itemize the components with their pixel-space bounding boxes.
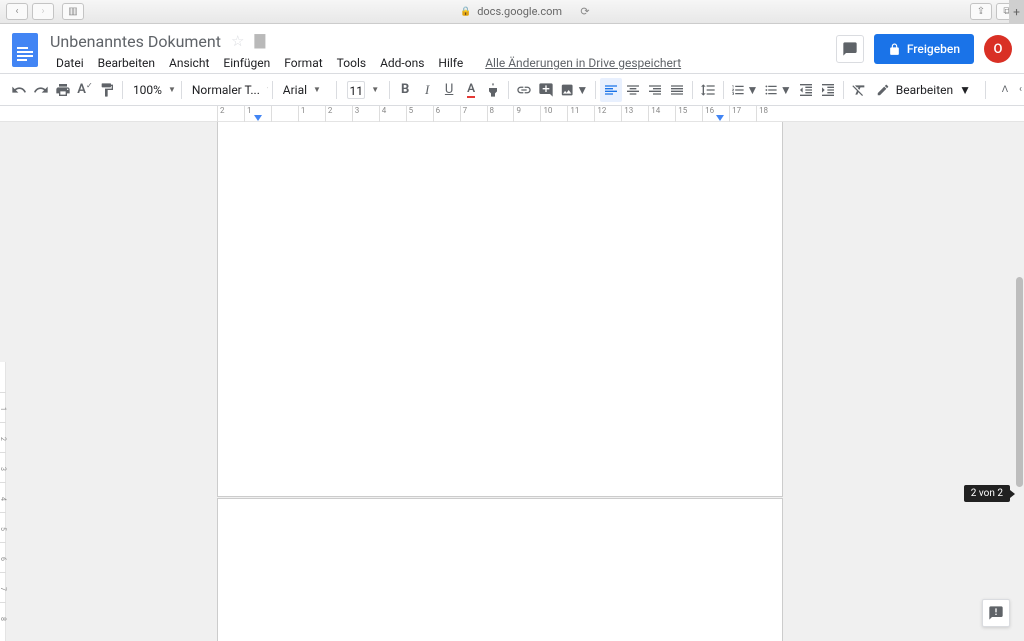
bulleted-list-button[interactable]: ▼ — [761, 78, 794, 102]
back-button[interactable]: ‹ — [6, 3, 28, 20]
lock-icon: 🔒 — [460, 7, 471, 17]
sidebar-collapse-icon[interactable]: ‹ — [1019, 84, 1022, 95]
editing-mode-dropdown[interactable]: Bearbeiten ▼ — [870, 83, 977, 97]
text-color-button[interactable]: A — [460, 78, 482, 102]
page-indicator-tooltip: 2 von 2 — [964, 485, 1010, 502]
collapse-toolbar-button[interactable]: ᐱ — [994, 78, 1016, 102]
menu-ansicht[interactable]: Ansicht — [163, 54, 215, 72]
align-left-button[interactable] — [600, 78, 622, 102]
account-avatar[interactable]: O — [984, 35, 1012, 63]
browser-toolbar: ‹ › ▥ 🔒 docs.google.com ⟳ ⇪ ⧉ — [0, 0, 1024, 24]
pencil-icon — [876, 83, 890, 97]
scrollbar-thumb[interactable] — [1016, 277, 1023, 487]
spellcheck-button[interactable]: A✓ — [74, 78, 96, 102]
zoom-dropdown[interactable]: 100%▼ — [127, 78, 177, 102]
new-tab-button[interactable]: + — [1009, 0, 1024, 24]
menu-bar: Datei Bearbeiten Ansicht Einfügen Format… — [50, 54, 836, 72]
page-1[interactable] — [217, 122, 783, 497]
line-spacing-button[interactable] — [697, 78, 719, 102]
move-folder-icon[interactable]: ▇ — [254, 33, 265, 49]
explore-button[interactable] — [982, 599, 1010, 627]
menu-bearbeiten[interactable]: Bearbeiten — [92, 54, 161, 72]
redo-button[interactable] — [30, 78, 52, 102]
font-dropdown[interactable]: Arial▼ — [277, 78, 332, 102]
align-right-button[interactable] — [644, 78, 666, 102]
menu-tools[interactable]: Tools — [331, 54, 372, 72]
align-justify-button[interactable] — [666, 78, 688, 102]
document-title[interactable]: Unbenanntes Dokument — [50, 32, 221, 51]
italic-button[interactable]: I — [416, 78, 438, 102]
horizontal-ruler[interactable]: 21123456789101112131415161718 — [0, 106, 1024, 122]
paragraph-style-dropdown[interactable]: Normaler T...▼ — [186, 78, 268, 102]
clear-formatting-button[interactable] — [848, 78, 870, 102]
share-button[interactable]: Freigeben — [874, 34, 974, 64]
reload-button[interactable]: ⟳ — [576, 5, 594, 18]
print-button[interactable] — [52, 78, 74, 102]
docs-home-icon[interactable] — [10, 30, 40, 70]
address-bar[interactable]: docs.google.com — [477, 5, 562, 18]
insert-comment-button[interactable] — [535, 78, 557, 102]
font-size[interactable]: 11▼ — [341, 78, 385, 102]
share-label: Freigeben — [907, 42, 960, 56]
share-button-browser[interactable]: ⇪ — [970, 3, 992, 20]
menu-einfuegen[interactable]: Einfügen — [217, 54, 276, 72]
underline-button[interactable]: U — [438, 78, 460, 102]
undo-button[interactable] — [8, 78, 30, 102]
document-canvas: 12345678 2 von 2 — [0, 122, 1024, 641]
numbered-list-button[interactable]: ▼ — [728, 78, 761, 102]
bold-button[interactable]: B — [394, 78, 416, 102]
highlight-button[interactable] — [482, 78, 504, 102]
sidebar-toggle[interactable]: ▥ — [62, 3, 84, 20]
insert-image-button[interactable]: ▼ — [557, 78, 591, 102]
align-center-button[interactable] — [622, 78, 644, 102]
menu-datei[interactable]: Datei — [50, 54, 90, 72]
decrease-indent-button[interactable] — [795, 78, 817, 102]
star-icon[interactable]: ☆ — [231, 32, 244, 50]
menu-hilfe[interactable]: Hilfe — [432, 54, 469, 72]
menu-addons[interactable]: Add-ons — [374, 54, 430, 72]
save-status[interactable]: Alle Änderungen in Drive gespeichert — [485, 56, 681, 70]
lock-icon — [888, 43, 901, 56]
increase-indent-button[interactable] — [817, 78, 839, 102]
page-2[interactable] — [217, 498, 783, 641]
vertical-scrollbar[interactable] — [1012, 122, 1024, 641]
paint-format-button[interactable] — [96, 78, 118, 102]
formatting-toolbar: A✓ 100%▼ Normaler T...▼ Arial▼ 11▼ B I U… — [0, 74, 1024, 106]
forward-button[interactable]: › — [32, 3, 54, 20]
menu-format[interactable]: Format — [278, 54, 328, 72]
comments-button[interactable] — [836, 35, 864, 63]
document-scroll-area[interactable] — [6, 122, 1024, 641]
docs-header: Unbenanntes Dokument ☆ ▇ Datei Bearbeite… — [0, 24, 1024, 74]
insert-link-button[interactable] — [513, 78, 535, 102]
